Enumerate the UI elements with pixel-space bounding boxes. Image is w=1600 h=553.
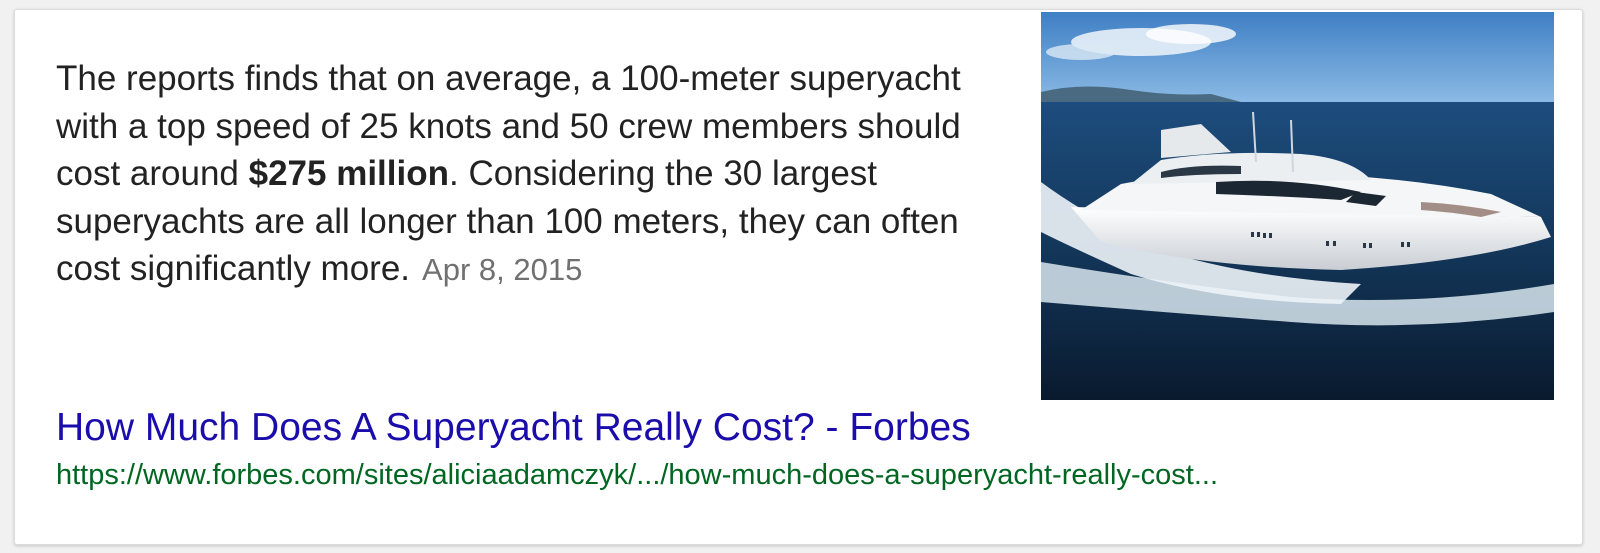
superyacht-image[interactable] — [1041, 12, 1554, 400]
snippet-date: Apr 8, 2015 — [422, 252, 583, 287]
result-title-link[interactable]: How Much Does A Superyacht Really Cost? … — [56, 404, 971, 452]
result-url[interactable]: https://www.forbes.com/sites/aliciaadamc… — [56, 457, 1218, 493]
superyacht-photo-icon — [1041, 12, 1554, 400]
snippet-highlight: $275 million — [248, 154, 449, 193]
snippet-text: The reports finds that on average, a 100… — [56, 55, 1001, 294]
featured-snippet-card: The reports finds that on average, a 100… — [14, 9, 1583, 545]
